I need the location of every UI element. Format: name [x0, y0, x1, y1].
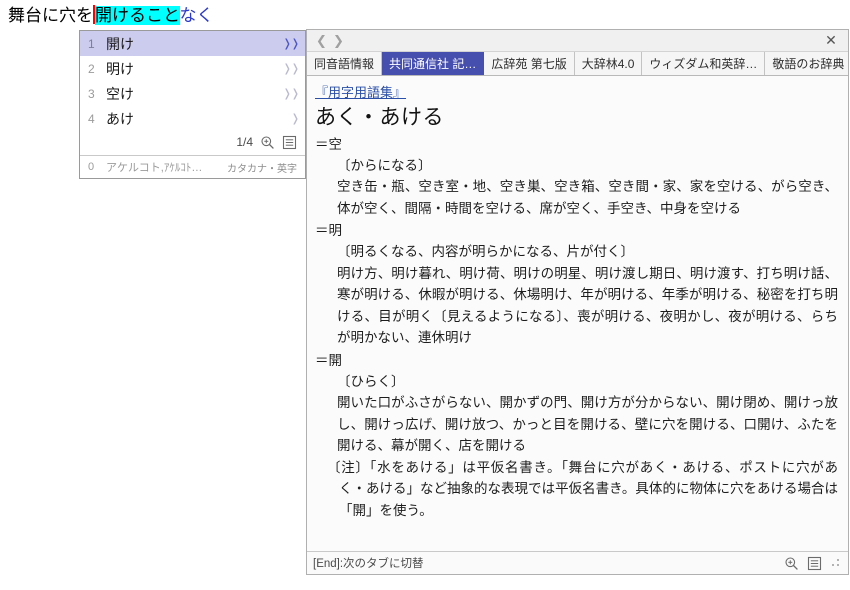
- candidate-status-number: 0: [88, 161, 95, 173]
- resize-grip-icon[interactable]: [830, 557, 842, 569]
- sense-gloss: 〔ひらく〕: [337, 373, 405, 389]
- nav-forward-icon[interactable]: ❯: [330, 32, 347, 50]
- candidate-label: 空け: [106, 85, 134, 102]
- candidate-page-indicator: 1/4: [236, 135, 253, 149]
- tab-wisdom-waei[interactable]: ウィズダム和英辞…: [642, 52, 766, 75]
- candidate-status-reading[interactable]: アケルコト,ｱｹﾙｺﾄ…: [106, 159, 227, 175]
- tab-kojien[interactable]: 広辞苑 第七版: [484, 52, 575, 75]
- sense-marker: ＝明: [315, 223, 342, 238]
- tab-douongo-jouhou[interactable]: 同音語情報: [307, 52, 383, 75]
- candidate-item-1[interactable]: 1 開け ❭❭: [80, 31, 305, 56]
- dictionary-note: 〔注〕「水をあける」は平仮名書き。「舞台に穴があく・あける、ポストに穴があく・あ…: [327, 457, 838, 522]
- sense-marker: ＝空: [315, 136, 342, 152]
- sense-gloss: 〔明るくなる、内容が明らかになる、片が付く〕: [337, 244, 634, 259]
- dictionary-headword: あく・あける: [315, 105, 444, 129]
- dictionary-note-text: 〔注〕「水をあける」は平仮名書き。「舞台に穴があく・あける、ポストに穴があく・あ…: [327, 459, 838, 518]
- close-icon[interactable]: ✕: [820, 32, 842, 50]
- dictionary-status-hint: [End]:次のタブに切替: [313, 558, 424, 570]
- candidate-status-bar: 0 アケルコト,ｱｹﾙｺﾄ… カタカナ・英字: [80, 155, 305, 178]
- nav-back-icon[interactable]: ❮: [313, 32, 330, 50]
- chevron-right-icon[interactable]: ❭: [291, 112, 300, 125]
- magnifier-plus-icon[interactable]: [784, 556, 799, 571]
- chevron-double-right-icon[interactable]: ❭❭: [283, 62, 300, 75]
- composition-pending-segment[interactable]: なく: [180, 6, 214, 25]
- candidate-item-2[interactable]: 2 明け ❭❭: [80, 56, 305, 81]
- sense-examples: 開いた口がふさがらない、開かずの門、開け方が分からない、開け閉め、開けっ放し、開…: [337, 395, 838, 453]
- candidate-index: 4: [88, 111, 95, 126]
- list-view-icon[interactable]: [282, 135, 297, 150]
- sense-gloss: 〔からになる〕: [337, 157, 432, 173]
- dictionary-panel: ❮ ❯ ✕ 同音語情報 共同通信社 記… 広辞苑 第七版 大辞林4.0 ウィズダ…: [306, 29, 849, 575]
- sense-marker: ＝開: [315, 352, 342, 368]
- dictionary-sense: ＝明 〔明るくなる、内容が明らかになる、片が付く〕 明け方、明け暮れ、明け荷、明…: [315, 220, 838, 349]
- candidate-label: あけ: [106, 110, 134, 127]
- candidate-footer: 1/4: [80, 131, 305, 155]
- chevron-double-right-icon[interactable]: ❭❭: [283, 87, 300, 100]
- candidate-item-3[interactable]: 3 空け ❭❭: [80, 81, 305, 106]
- magnifier-plus-icon[interactable]: [260, 135, 275, 150]
- list-view-icon[interactable]: [807, 556, 822, 571]
- dictionary-sense: ＝開 〔ひらく〕 開いた口がふさがらない、開かずの門、開け方が分からない、開け閉…: [315, 350, 838, 457]
- candidate-label: 明け: [106, 60, 134, 77]
- candidate-list[interactable]: 1 開け ❭❭ 2 明け ❭❭ 3 空け ❭❭ 4 あけ ❭: [80, 31, 305, 131]
- dictionary-titlebar: ❮ ❯ ✕: [307, 30, 848, 52]
- dictionary-tab-bar[interactable]: 同音語情報 共同通信社 記… 広辞苑 第七版 大辞林4.0 ウィズダム和英辞… …: [307, 52, 848, 76]
- sense-examples: 空き缶・瓶、空き室・地、空き巣、空き箱、空き間・家、家を空ける、がら空き、体が空…: [337, 179, 838, 216]
- candidate-label: 開け: [106, 35, 134, 52]
- candidate-index: 1: [88, 36, 95, 51]
- tab-daijirin[interactable]: 大辞林4.0: [574, 52, 643, 75]
- composition-prefix: 舞台に穴を: [8, 6, 93, 25]
- candidate-window[interactable]: 1 開け ❭❭ 2 明け ❭❭ 3 空け ❭❭ 4 あけ ❭ 1/4 0 アケル…: [79, 30, 306, 179]
- dictionary-source-line: 『用字用語集』: [315, 82, 838, 104]
- tab-kyodo-tsushin[interactable]: 共同通信社 記…: [382, 52, 485, 75]
- composition-converted-segment[interactable]: 開けること: [95, 6, 180, 25]
- composition-text: 舞台に穴を 開けることなく: [8, 5, 214, 27]
- candidate-index: 2: [88, 61, 95, 76]
- dictionary-source-link[interactable]: 『用字用語集』: [315, 83, 406, 102]
- dictionary-sense: ＝空 〔からになる〕 空き缶・瓶、空き室・地、空き巣、空き箱、空き間・家、家を空…: [315, 134, 838, 220]
- ime-screen: 舞台に穴を 開けることなく 1 開け ❭❭ 2 明け ❭❭ 3 空け ❭❭ 4 あ…: [0, 0, 850, 590]
- sense-examples: 明け方、明け暮れ、明け荷、明けの明星、明け渡し期日、明け渡す、打ち明け話、寒が明…: [337, 265, 838, 346]
- candidate-status-mode[interactable]: カタカナ・英字: [227, 160, 297, 175]
- tab-keigo[interactable]: 敬語のお辞典: [765, 52, 848, 75]
- candidate-index: 3: [88, 86, 95, 101]
- candidate-item-4[interactable]: 4 あけ ❭: [80, 106, 305, 131]
- dictionary-content: 『用字用語集』 あく・あける ＝空 〔からになる〕 空き缶・瓶、空き室・地、空き…: [307, 76, 848, 551]
- chevron-double-right-icon[interactable]: ❭❭: [283, 37, 300, 50]
- dictionary-status-bar: [End]:次のタブに切替: [307, 551, 848, 574]
